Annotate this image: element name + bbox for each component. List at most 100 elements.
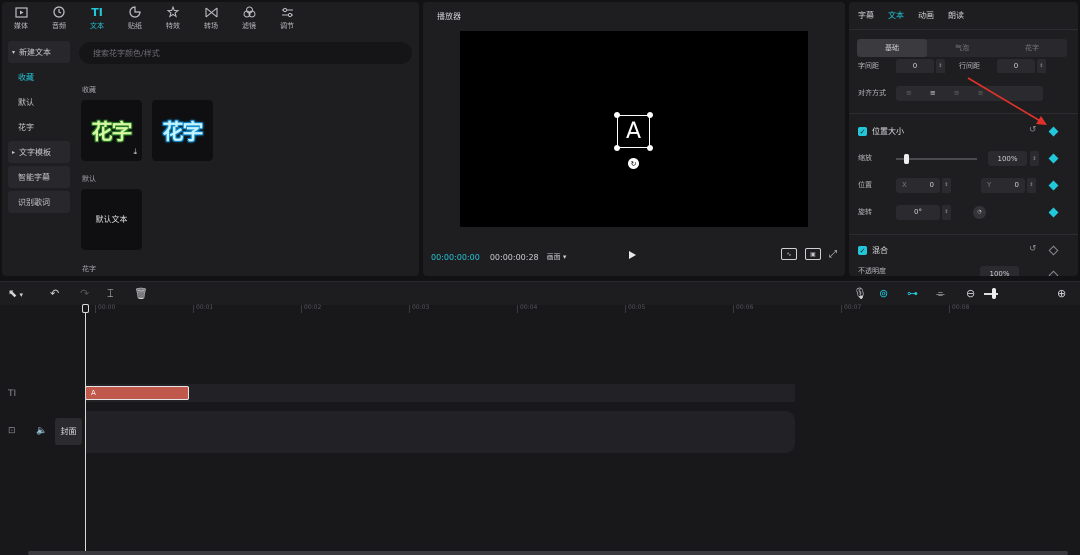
reset-icon[interactable]: ↺ [1029,125,1037,135]
tab-captions[interactable]: 字幕 [858,10,874,21]
filter-icon [242,5,256,19]
magnet-icon[interactable]: ⊚ [879,287,888,300]
preview-canvas[interactable]: A ↻ [460,31,808,227]
align-justify-icon[interactable]: ≡ [978,89,984,97]
position-y-field[interactable]: Y0 [981,177,1025,193]
text-clip[interactable]: A [85,386,189,400]
rotate-dial-icon[interactable]: ◔ [973,205,986,219]
keyframe-inactive-icon[interactable] [1048,270,1059,276]
stepper-icon[interactable]: ⇕ [942,204,951,220]
zoom-in-icon[interactable]: ⊕ [1057,287,1066,300]
horizontal-scrollbar[interactable] [28,551,1068,555]
tab-filter[interactable]: 滤镜 [230,2,268,34]
tab-sticker[interactable]: 贴纸 [116,2,154,34]
link-icon[interactable]: ⊶ [907,287,918,300]
stepper-icon[interactable]: ⇕ [1030,151,1039,166]
redo-icon[interactable]: ↷ [80,287,89,300]
text-track[interactable] [85,384,795,402]
fullscreen-icon[interactable]: ⤢ [829,249,837,260]
mute-icon[interactable]: 🔈 [36,426,47,436]
player-panel: 播放器 A ↻ 00:00:00:00 00:00:00:28 画面 ▾ ∿ ▣… [423,2,845,276]
align-center-icon[interactable]: ≡ [930,89,936,97]
sidebar-item-fancy-text[interactable]: 花字 [8,116,70,138]
playhead[interactable] [82,304,89,555]
ratio-dropdown[interactable]: 画面 ▾ [547,252,567,262]
keyframe-active-icon[interactable] [1048,207,1059,218]
play-icon[interactable] [629,251,636,259]
letter-spacing-field[interactable]: 0 [896,59,934,73]
fancy-text-tile-cyan[interactable]: 花字 [152,100,213,161]
subtab-fancy[interactable]: 花字 [997,39,1067,57]
scale-slider[interactable] [896,154,977,164]
resize-handle-tr[interactable] [647,112,653,118]
playhead-cap[interactable] [82,304,89,313]
sidebar-item-text-template[interactable]: ▸ 文字模板 [8,141,70,163]
stepper-icon[interactable]: ⇕ [942,177,951,193]
fit-screen-icon[interactable]: ▣ [805,248,821,260]
tab-adjust[interactable]: 调节 [268,2,306,34]
tab-effects[interactable]: 特效 [154,2,192,34]
main-video-track[interactable] [85,411,795,453]
player-controls: 00:00:00:00 00:00:00:28 画面 ▾ ∿ ▣ ⤢ [431,248,837,266]
sidebar-item-auto-captions[interactable]: 智能字幕 [8,166,70,188]
tab-media[interactable]: 媒体 [2,2,40,34]
preview-axis-icon[interactable]: ⌯ [936,287,945,301]
keyframe-active-icon[interactable] [1048,126,1059,137]
checkbox-checked-icon[interactable]: ✓ [858,127,867,136]
checkbox-checked-icon[interactable]: ✓ [858,246,867,255]
cover-button[interactable]: 封面 [55,418,82,445]
subtab-basic[interactable]: 基础 [857,39,927,57]
line-spacing-field[interactable]: 0 [997,59,1035,73]
effects-icon [166,5,180,19]
fancy-text-tile-green[interactable]: 花字 ⤓ [81,100,142,161]
waveform-icon[interactable]: ∿ [781,248,797,260]
sidebar-item-favorites[interactable]: 收藏 [8,66,70,88]
scale-field[interactable]: 100% [988,151,1027,166]
split-icon[interactable]: ⌶ [107,287,114,301]
subtab-bubble[interactable]: 气泡 [927,39,997,57]
tab-read-aloud[interactable]: 朗读 [948,10,964,21]
sidebar-item-default[interactable]: 默认 [8,91,70,113]
tab-text-props[interactable]: 文本 [888,10,904,21]
microphone-icon[interactable]: 🎙 [853,287,867,300]
rotate-handle-icon[interactable]: ↻ [628,158,639,169]
slider-knob[interactable] [904,154,909,164]
align-left-icon[interactable]: ≡ [906,89,912,97]
resize-handle-br[interactable] [647,145,653,151]
zoom-out-icon[interactable]: ⊖ [966,287,975,300]
tab-animation[interactable]: 动画 [918,10,934,21]
delete-icon[interactable]: 🗑 [134,287,148,300]
select-tool-icon[interactable]: ⬉ ▾ [8,287,23,300]
keyframe-active-icon[interactable] [1048,180,1059,191]
tab-audio[interactable]: 音频 [40,2,78,34]
duration-timecode: 00:00:00:28 [489,252,539,262]
position-size-header: ✓ 位置大小 [858,127,904,136]
stepper-icon[interactable]: ⇕ [1037,59,1046,73]
undo-icon[interactable]: ↶ [50,287,59,300]
resize-handle-bl[interactable] [614,145,620,151]
media-icon [14,5,28,19]
default-text-tile[interactable]: 默认文本 [81,189,142,250]
sidebar-item-lyrics[interactable]: 识别歌词 [8,191,70,213]
sidebar-item-new-text[interactable]: ▾ 新建文本 [8,41,70,63]
search-input[interactable]: 搜索花字颜色/样式 [79,42,412,64]
align-right-icon[interactable]: ≡ [954,89,960,97]
text-bounding-box[interactable]: A [617,115,650,148]
download-icon[interactable]: ⤓ [133,147,137,157]
library-content: 搜索花字颜色/样式 收藏 花字 ⤓ 花字 默认 默认文本 花字 [79,42,413,276]
rotate-field[interactable]: 0° [896,204,940,220]
tab-transition[interactable]: 转场 [192,2,230,34]
stepper-icon[interactable]: ⇕ [936,59,945,73]
time-ruler[interactable]: 00:00 00:01 00:02 00:03 00:04 00:05 00:0… [85,305,1080,315]
reset-icon[interactable]: ↺ [1029,244,1037,254]
stepper-icon[interactable]: ⇕ [1027,177,1036,193]
timeline-area[interactable]: 00:00 00:01 00:02 00:03 00:04 00:05 00:0… [0,304,1080,555]
opacity-field[interactable]: 100% [980,266,1019,276]
section-title-fancy: 花字 [82,265,96,273]
zoom-slider-knob[interactable] [992,288,996,299]
keyframe-active-icon[interactable] [1048,153,1059,164]
position-x-field[interactable]: X0 [896,177,940,193]
keyframe-inactive-icon[interactable] [1048,245,1059,256]
resize-handle-tl[interactable] [614,112,620,118]
tab-text[interactable]: TI 文本 [78,2,116,34]
